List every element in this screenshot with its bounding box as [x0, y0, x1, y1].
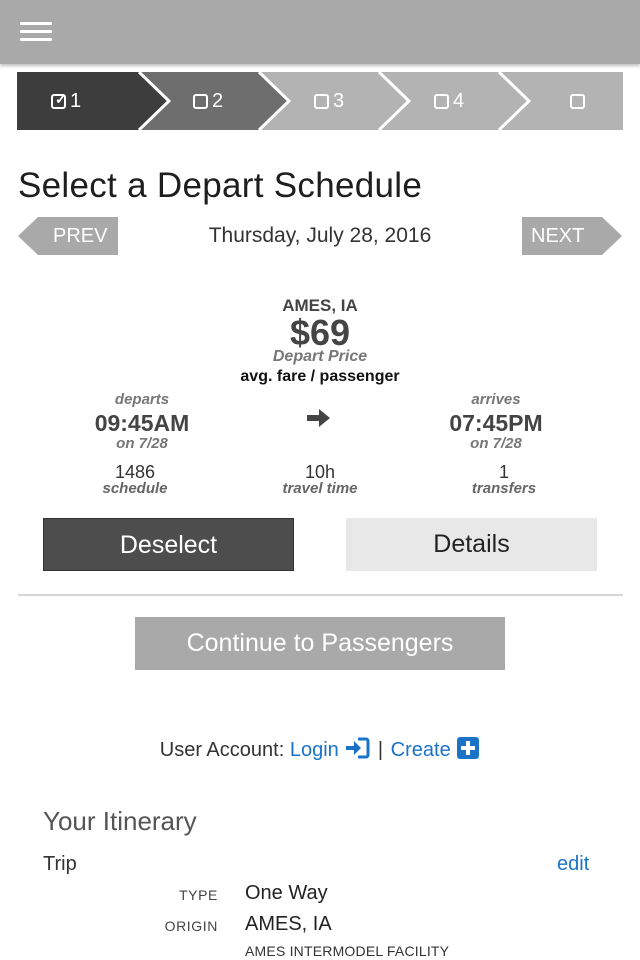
- departure-info: departs 09:45AM on 7/28: [32, 391, 252, 452]
- step-3[interactable]: 3: [314, 72, 344, 130]
- depart-price-label: Depart Price: [272, 348, 368, 365]
- step-3-label: 3: [333, 89, 345, 112]
- arrive-time: 07:45PM: [449, 410, 543, 436]
- step-2-label: 2: [212, 89, 224, 112]
- create-label: Create: [390, 739, 451, 761]
- avg-fare-label: avg. fare / passenger: [240, 368, 400, 385]
- progress-steps: ✓ 1 2 3 4: [17, 72, 623, 130]
- step-2[interactable]: 2: [193, 72, 223, 130]
- empty-box-icon: [434, 93, 449, 109]
- itinerary-title: Your Itinerary: [43, 806, 197, 836]
- next-day-button[interactable]: NEXT: [522, 217, 622, 255]
- deselect-button[interactable]: Deselect: [43, 518, 294, 571]
- schedule-number-stat: 1486 schedule: [35, 463, 235, 496]
- schedule-label: schedule: [102, 480, 168, 497]
- arrival-info: arrives 07:45PM on 7/28: [386, 391, 606, 452]
- continue-to-passengers-button[interactable]: Continue to Passengers: [135, 617, 505, 670]
- type-key: TYPE: [179, 887, 218, 903]
- next-label: NEXT: [531, 225, 585, 247]
- empty-box-icon: [193, 93, 208, 109]
- page-title: Select a Depart Schedule: [18, 166, 423, 205]
- origin-facility: AMES INTERMODEL FACILITY: [245, 943, 450, 959]
- divider: [18, 594, 623, 596]
- create-link[interactable]: Create: [390, 737, 481, 761]
- transfers-count: 1: [498, 462, 509, 482]
- arrive-date: on 7/28: [470, 435, 522, 452]
- schedule-number: 1486: [114, 462, 156, 482]
- arrow-right-icon: [307, 409, 330, 427]
- top-bar: [0, 0, 640, 64]
- edit-trip-link[interactable]: edit: [557, 853, 589, 876]
- step-5[interactable]: [570, 72, 589, 130]
- sign-in-icon: [346, 737, 370, 759]
- login-link[interactable]: Login: [289, 737, 376, 761]
- origin-key: ORIGIN: [164, 918, 218, 934]
- plus-square-icon: [457, 737, 480, 759]
- login-label: Login: [289, 739, 339, 761]
- travel-time: 10h: [304, 462, 336, 482]
- trip-label: Trip: [43, 853, 77, 875]
- step-4-label: 4: [453, 89, 465, 112]
- checked-box-icon: ✓: [51, 92, 67, 109]
- travel-time-label: travel time: [282, 480, 358, 497]
- date-navigation: PREV Thursday, July 28, 2016 NEXT: [0, 216, 640, 256]
- departs-label: departs: [114, 391, 170, 408]
- step-1[interactable]: ✓ 1: [51, 72, 81, 130]
- user-account-label: User Account:: [159, 739, 285, 761]
- depart-time: 09:45AM: [94, 410, 190, 436]
- transfers-label: transfers: [471, 480, 537, 497]
- travel-time-stat: 10h travel time: [220, 463, 420, 496]
- hamburger-menu-icon[interactable]: [20, 20, 52, 44]
- arrives-label: arrives: [471, 391, 521, 408]
- account-separator: |: [377, 739, 384, 761]
- origin-value: AMES, IA: [245, 913, 332, 935]
- user-account-row: User Account: Login | Create: [0, 737, 640, 762]
- transfers-stat: 1 transfers: [404, 463, 604, 496]
- step-1-label: 1: [70, 89, 82, 112]
- empty-box-icon: [570, 93, 585, 109]
- details-button[interactable]: Details: [346, 518, 597, 571]
- step-4[interactable]: 4: [434, 72, 464, 130]
- depart-date: on 7/28: [116, 435, 168, 452]
- empty-box-icon: [314, 93, 329, 109]
- type-value: One Way: [245, 882, 328, 904]
